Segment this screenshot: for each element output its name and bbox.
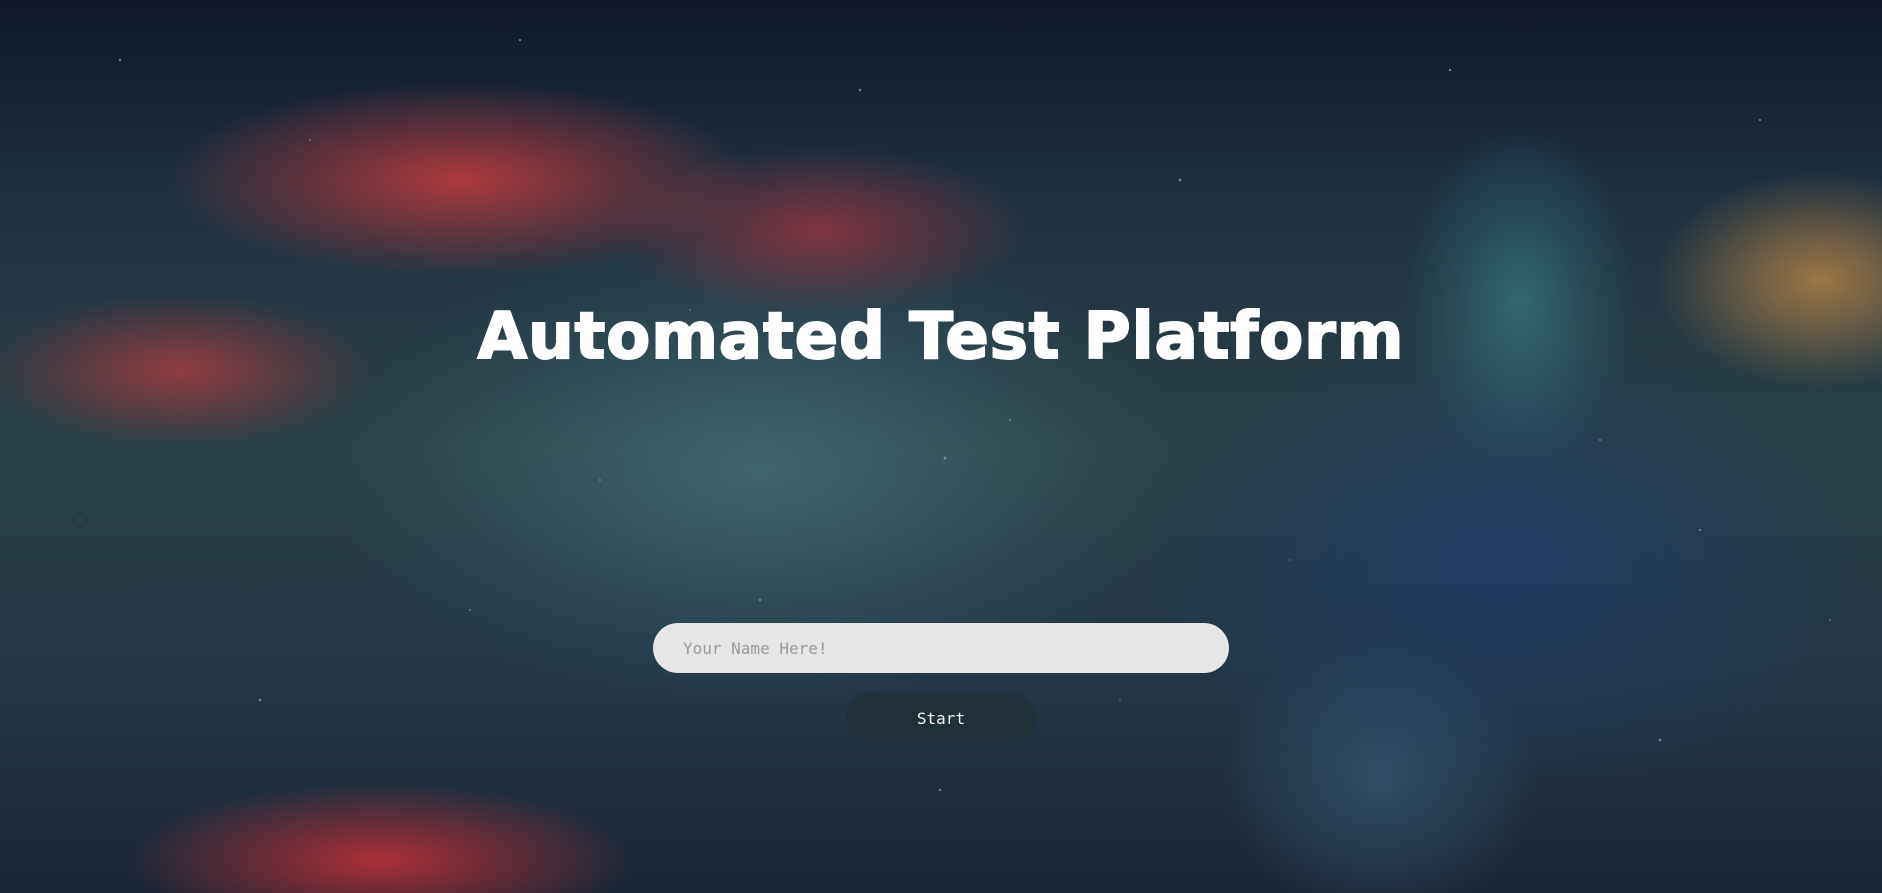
page-title: Automated Test Platform	[0, 299, 1882, 375]
page-title-text: Automated Test Platform	[477, 299, 1405, 375]
start-button[interactable]: Start	[846, 693, 1036, 743]
starfield-background	[0, 0, 1882, 893]
name-input[interactable]	[653, 623, 1229, 673]
